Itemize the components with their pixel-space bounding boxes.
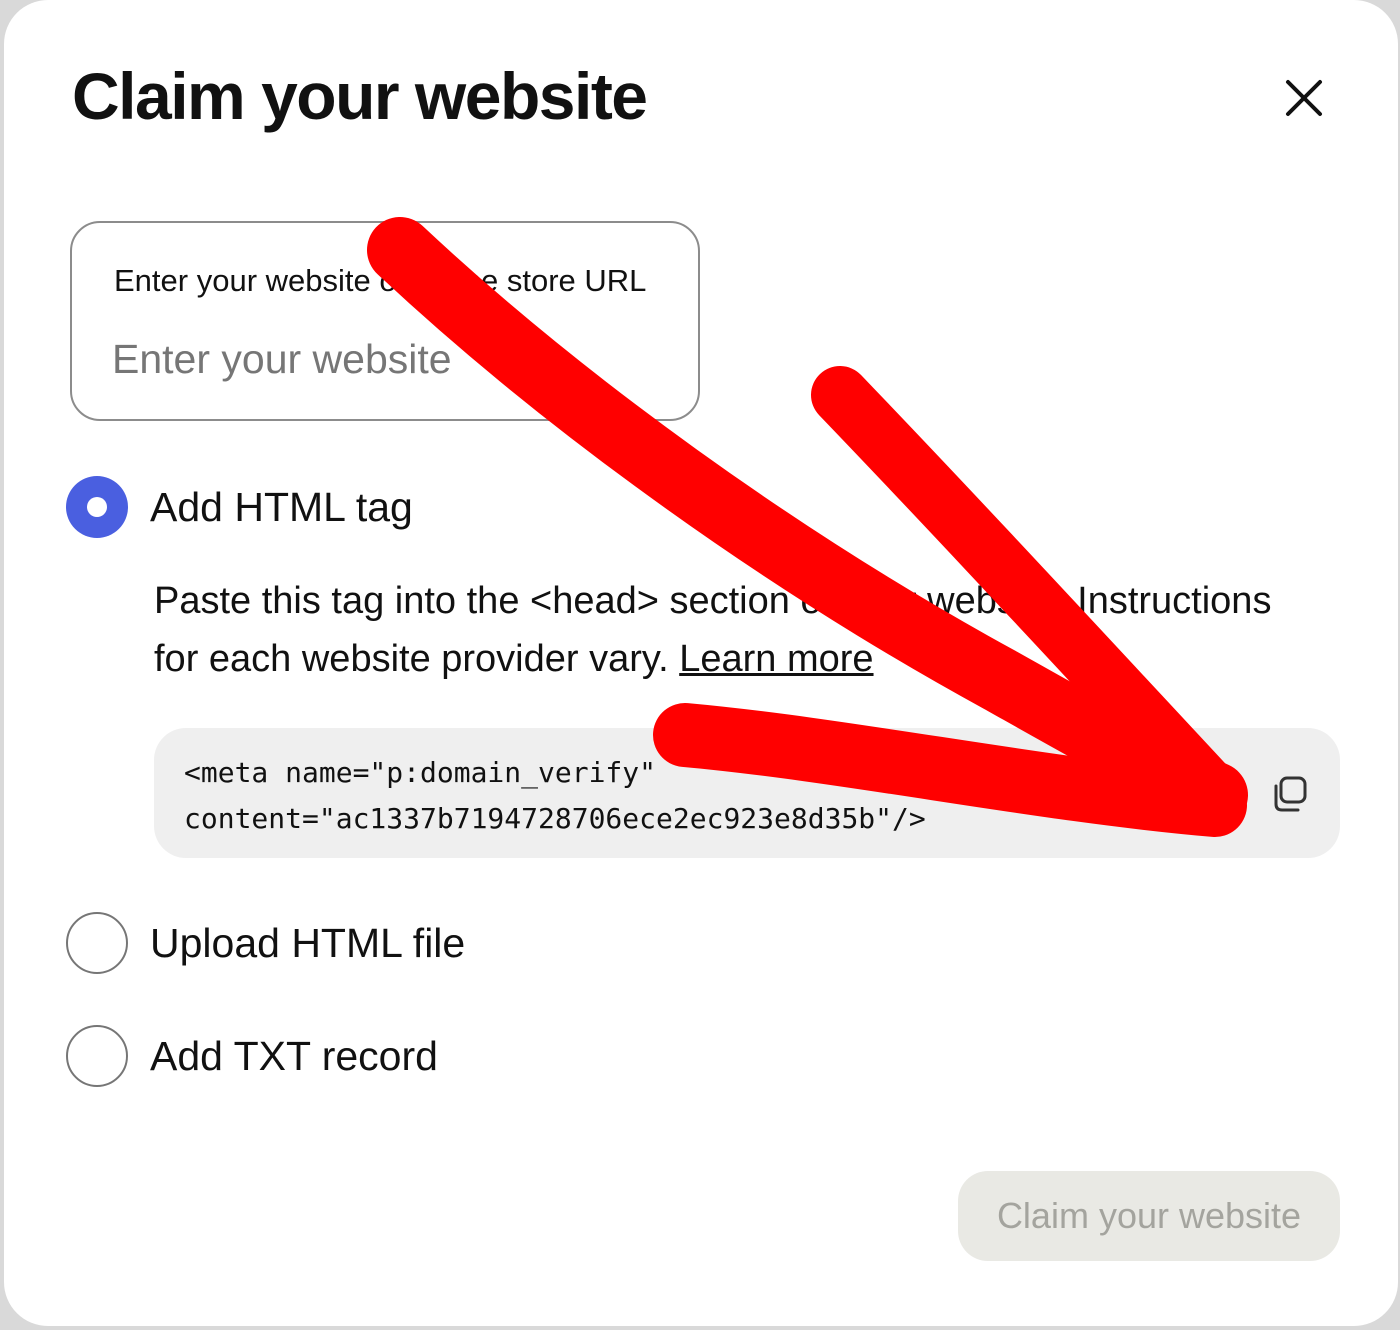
code-line-1: <meta name="p:domain_verify" bbox=[184, 756, 657, 789]
website-url-label: Enter your website or online store URL bbox=[114, 263, 647, 298]
close-icon bbox=[1286, 80, 1322, 116]
meta-tag-code: <meta name="p:domain_verify" content="ac… bbox=[184, 750, 1244, 842]
radio-add-html-tag[interactable] bbox=[66, 476, 128, 538]
claim-website-dialog: Claim your website Enter your website or… bbox=[4, 0, 1398, 1326]
copy-button[interactable] bbox=[1268, 772, 1312, 816]
meta-tag-code-box: <meta name="p:domain_verify" content="ac… bbox=[154, 728, 1340, 858]
option-label-add-txt-record[interactable]: Add TXT record bbox=[150, 1033, 438, 1080]
option-label-add-html-tag[interactable]: Add HTML tag bbox=[150, 484, 413, 531]
radio-upload-html-file[interactable] bbox=[66, 912, 128, 974]
html-tag-instructions: Paste this tag into the <head> section o… bbox=[154, 572, 1304, 688]
website-url-input[interactable] bbox=[112, 331, 652, 387]
learn-more-link[interactable]: Learn more bbox=[679, 638, 873, 680]
copy-icon bbox=[1274, 776, 1307, 812]
code-line-2: content="ac1337b7194728706ece2ec923e8d35… bbox=[184, 802, 926, 835]
radio-add-txt-record[interactable] bbox=[66, 1025, 128, 1087]
close-button[interactable] bbox=[1274, 68, 1334, 128]
option-label-upload-html-file[interactable]: Upload HTML file bbox=[150, 920, 465, 967]
claim-website-button[interactable]: Claim your website bbox=[958, 1171, 1340, 1261]
website-url-field[interactable]: Enter your website or online store URL bbox=[70, 221, 700, 421]
dialog-title: Claim your website bbox=[72, 59, 648, 133]
